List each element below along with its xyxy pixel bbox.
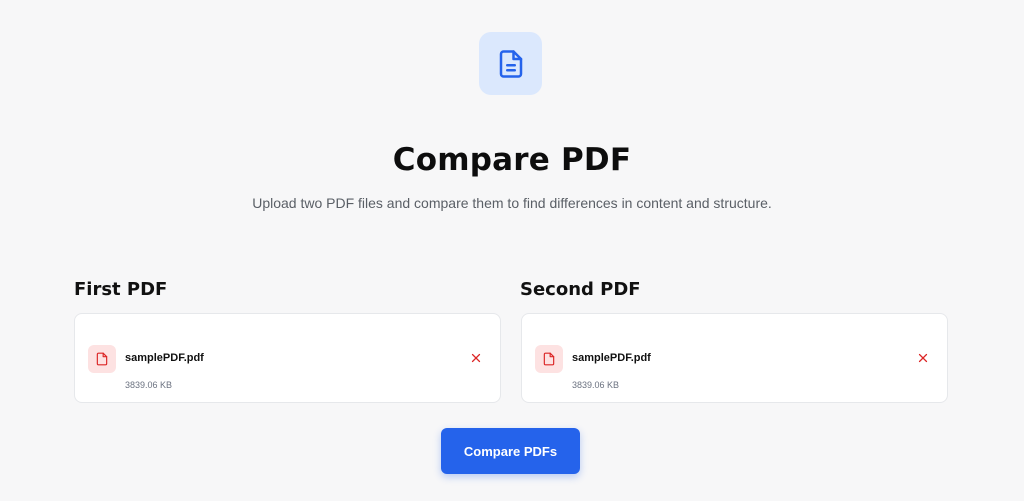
compare-pdf-page: Compare PDF Upload two PDF files and com…	[0, 0, 1024, 501]
file-name: samplePDF.pdf	[572, 352, 651, 364]
second-pdf-label: Second PDF	[520, 279, 641, 300]
page-subtitle: Upload two PDF files and compare them to…	[252, 195, 772, 211]
compare-pdfs-button[interactable]: Compare PDFs	[441, 428, 580, 474]
file-name: samplePDF.pdf	[125, 352, 204, 364]
remove-second-pdf-button[interactable]	[915, 350, 931, 366]
second-pdf-card: samplePDF.pdf 3839.06 KB	[521, 313, 948, 403]
file-size: 3839.06 KB	[572, 380, 620, 390]
page-title: Compare PDF	[392, 142, 632, 178]
first-pdf-card: samplePDF.pdf 3839.06 KB	[74, 313, 501, 403]
first-pdf-label: First PDF	[74, 279, 168, 300]
file-size: 3839.06 KB	[125, 380, 173, 390]
close-icon	[918, 353, 928, 363]
file-icon	[535, 345, 563, 373]
file-icon	[88, 345, 116, 373]
document-icon	[479, 32, 542, 95]
remove-first-pdf-button[interactable]	[468, 350, 484, 366]
close-icon	[471, 353, 481, 363]
